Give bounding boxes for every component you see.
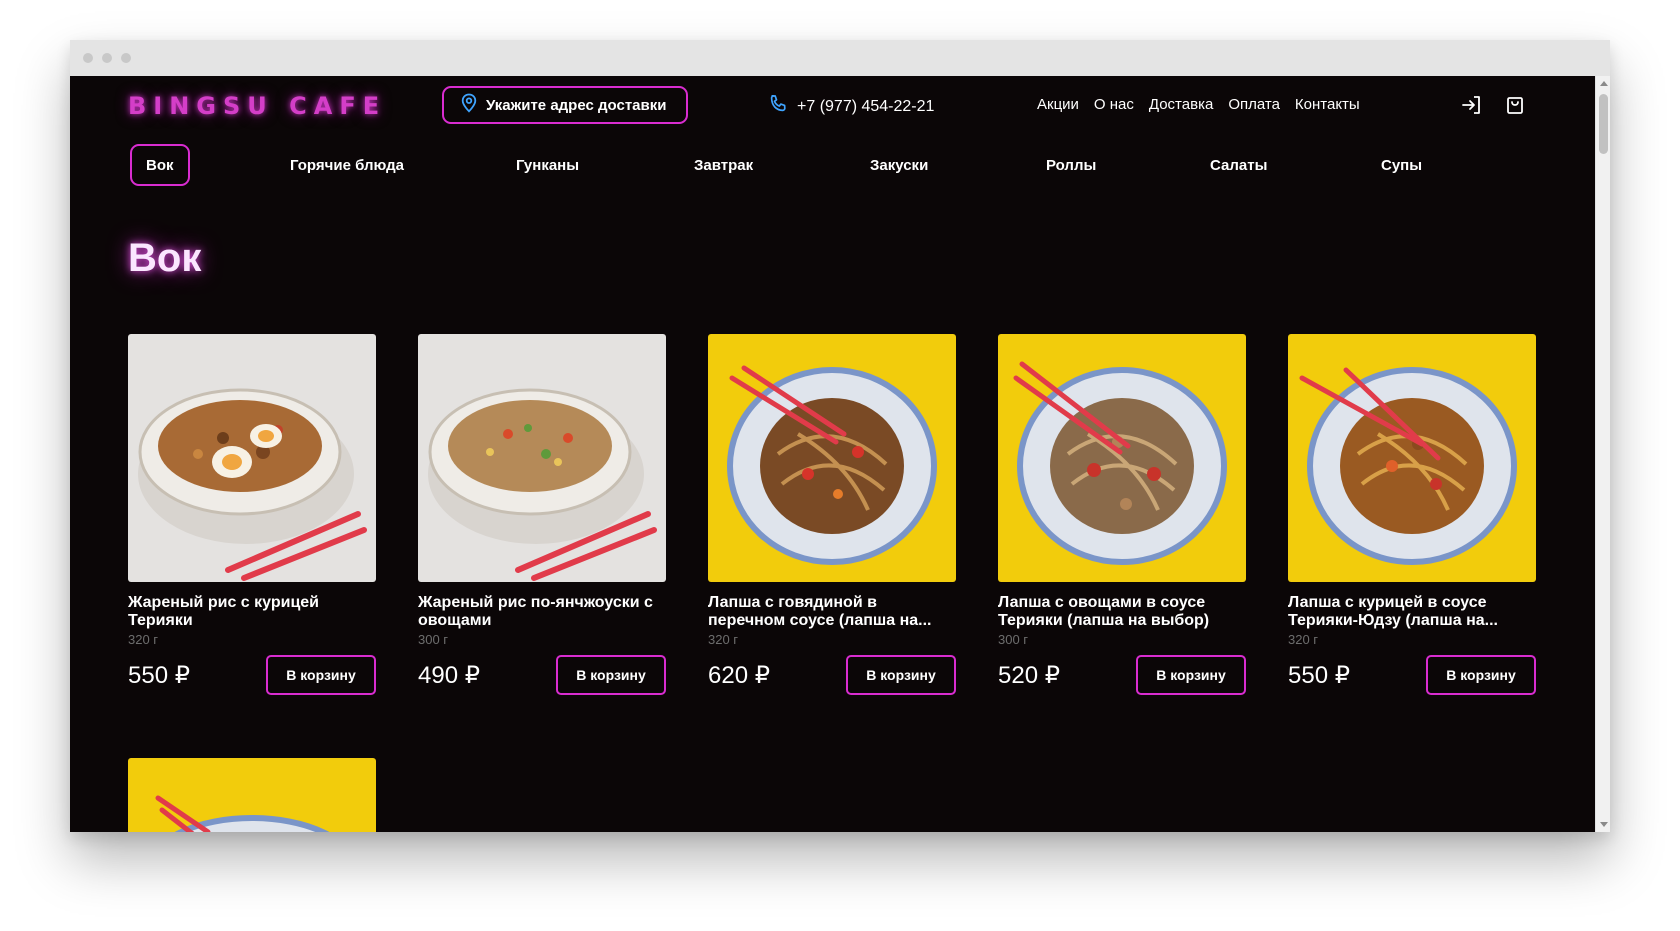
product-price: 490 ₽	[418, 661, 480, 689]
site-logo[interactable]: BINGSU CAFE	[128, 92, 386, 120]
phone-number: +7 (977) 454-22-21	[797, 97, 935, 115]
nav-link-about[interactable]: О нас	[1094, 96, 1134, 113]
product-price: 550 ₽	[1288, 661, 1350, 689]
page-scrollbar[interactable]	[1595, 76, 1610, 832]
product-price: 520 ₽	[998, 661, 1060, 689]
delivery-address-label: Укажите адрес доставки	[486, 96, 667, 114]
product-name[interactable]: Лапша с говядиной в перечном соусе (лапш…	[708, 594, 956, 630]
category-tab-hot-dishes[interactable]: Горячие блюда	[290, 144, 404, 186]
product-weight: 300 г	[998, 632, 1029, 647]
add-to-cart-button[interactable]: В корзину	[1136, 655, 1246, 695]
product-card: Лапша с курицей в соусе Терияки-Юдзу (ла…	[1288, 334, 1536, 695]
product-card: Жареный рис по-янчжоуски с овощами 300 г…	[418, 334, 666, 695]
window-close-dot[interactable]	[83, 53, 93, 63]
nav-link-contacts[interactable]: Контакты	[1295, 96, 1360, 113]
window-titlebar	[70, 40, 1610, 76]
product-card: Лапша с овощами в соусе Терияки (лапша н…	[998, 334, 1246, 695]
page-viewport: BINGSU CAFE Укажите адрес доставки +7 (9…	[70, 76, 1610, 832]
phone-icon	[768, 94, 788, 119]
nav-link-payment[interactable]: Оплата	[1228, 96, 1280, 113]
product-image-partial[interactable]	[128, 758, 376, 832]
shopping-bag-icon[interactable]	[1503, 93, 1527, 117]
product-weight: 320 г	[708, 632, 739, 647]
product-price: 620 ₽	[708, 661, 770, 689]
product-name[interactable]: Жареный рис с курицей Терияки	[128, 594, 376, 630]
product-image[interactable]	[418, 334, 666, 582]
nav-link-delivery[interactable]: Доставка	[1149, 96, 1213, 113]
category-tab-wok[interactable]: Вок	[130, 144, 190, 186]
product-weight: 320 г	[1288, 632, 1319, 647]
add-to-cart-button[interactable]: В корзину	[556, 655, 666, 695]
window-maximize-dot[interactable]	[121, 53, 131, 63]
category-tab-gunkans[interactable]: Гунканы	[516, 144, 579, 186]
product-price: 550 ₽	[128, 661, 190, 689]
login-icon[interactable]	[1460, 93, 1484, 117]
category-tab-soups[interactable]: Супы	[1381, 144, 1422, 186]
product-card: Лапша с говядиной в перечном соусе (лапш…	[708, 334, 956, 695]
product-name[interactable]: Лапша с курицей в соусе Терияки-Юдзу (ла…	[1288, 594, 1536, 630]
category-tab-snacks[interactable]: Закуски	[870, 144, 928, 186]
scroll-thumb[interactable]	[1599, 94, 1608, 154]
product-weight: 320 г	[128, 632, 159, 647]
scroll-down-icon[interactable]	[1600, 822, 1608, 827]
delivery-address-button[interactable]: Укажите адрес доставки	[442, 86, 688, 124]
product-image[interactable]	[128, 334, 376, 582]
section-title: Вок	[128, 236, 202, 280]
scroll-up-icon[interactable]	[1600, 81, 1608, 86]
category-navigation: Вок Горячие блюда Гунканы Завтрак Закуск…	[70, 144, 1595, 190]
product-image[interactable]	[708, 334, 956, 582]
phone-link[interactable]: +7 (977) 454-22-21	[768, 94, 934, 119]
category-tab-salads[interactable]: Салаты	[1210, 144, 1267, 186]
product-weight: 300 г	[418, 632, 449, 647]
browser-window: BINGSU CAFE Укажите адрес доставки +7 (9…	[70, 40, 1610, 832]
product-image[interactable]	[1288, 334, 1536, 582]
product-name[interactable]: Лапша с овощами в соусе Терияки (лапша н…	[998, 594, 1246, 630]
add-to-cart-button[interactable]: В корзину	[1426, 655, 1536, 695]
add-to-cart-button[interactable]: В корзину	[266, 655, 376, 695]
product-card: Жареный рис с курицей Терияки 320 г 550 …	[128, 334, 376, 695]
location-pin-icon	[460, 93, 478, 117]
window-minimize-dot[interactable]	[102, 53, 112, 63]
category-tab-rolls[interactable]: Роллы	[1046, 144, 1096, 186]
product-name[interactable]: Жареный рис по-янчжоуски с овощами	[418, 594, 666, 630]
top-navigation: Акции О нас Доставка Оплата Контакты	[1037, 96, 1360, 113]
nav-link-promotions[interactable]: Акции	[1037, 96, 1079, 113]
product-image[interactable]	[998, 334, 1246, 582]
category-tab-breakfast[interactable]: Завтрак	[694, 144, 753, 186]
add-to-cart-button[interactable]: В корзину	[846, 655, 956, 695]
